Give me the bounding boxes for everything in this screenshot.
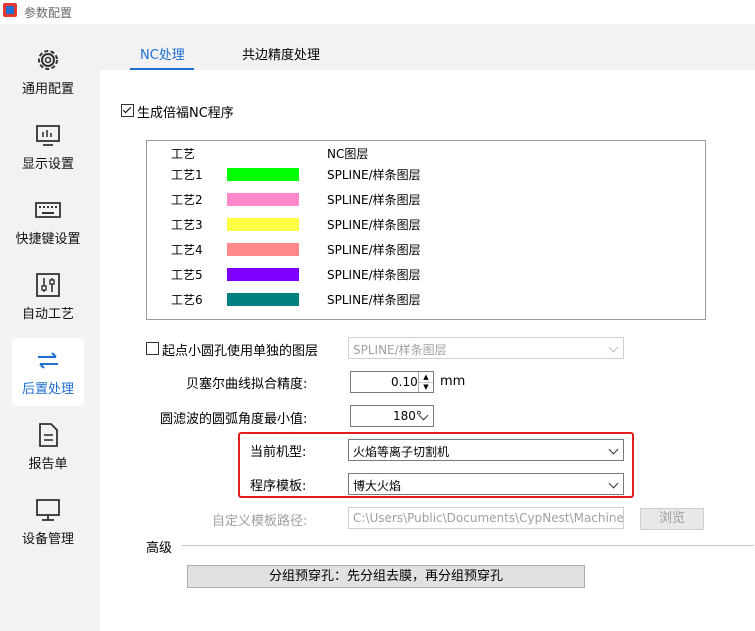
small-hole-layer-value: SPLINE/样条图层 [353, 343, 447, 357]
keyboard-icon [35, 202, 61, 218]
title-bar: 参数配置 [0, 0, 755, 24]
process-name: 工艺2 [171, 193, 203, 207]
process-layer: SPLINE/样条图层 [327, 168, 421, 182]
program-template-select[interactable]: 博大火焰 [348, 473, 624, 495]
active-tab-indicator [130, 68, 194, 70]
table-header: 工艺 NC图层 [147, 143, 705, 165]
bezier-precision-value: 0.10 [391, 375, 418, 389]
table-row[interactable]: 工艺4 SPLINE/样条图层 [147, 239, 705, 261]
process-name: 工艺5 [171, 268, 203, 282]
sidebar-item-label: 后置处理 [21, 382, 74, 397]
table-row[interactable]: 工艺6 SPLINE/样条图层 [147, 289, 705, 311]
table-row[interactable]: 工艺3 SPLINE/样条图层 [147, 214, 705, 236]
process-color-swatch [227, 268, 299, 281]
tab-nc-processing[interactable]: NC处理 [140, 44, 185, 63]
generate-nc-checkbox[interactable] [121, 104, 134, 117]
gear-icon [38, 50, 58, 70]
small-hole-layer-select[interactable]: SPLINE/样条图层 [348, 337, 624, 359]
sidebar-item-shortcuts[interactable]: 快捷键设置 [12, 188, 84, 256]
process-layer-table: 工艺 NC图层 工艺1 SPLINE/样条图层 工艺2 SPLINE/样条图层 … [146, 140, 706, 320]
sidebar-item-label: 设备管理 [21, 532, 74, 547]
monitor-chart-icon [36, 125, 60, 146]
window-title: 参数配置 [24, 6, 73, 20]
table-row[interactable]: 工艺1 SPLINE/样条图层 [147, 164, 705, 186]
process-name: 工艺3 [171, 218, 203, 232]
sidebar-item-label: 自动工艺 [21, 307, 74, 322]
sidebar-item-label: 快捷键设置 [15, 232, 81, 247]
advanced-group-divider [182, 545, 754, 546]
chevron-down-icon [608, 478, 619, 489]
sidebar-item-display[interactable]: 显示设置 [12, 113, 84, 181]
desktop-icon [36, 499, 60, 521]
process-name: 工艺4 [171, 243, 203, 257]
process-name: 工艺6 [171, 293, 203, 307]
column-header-nc-layer: NC图层 [327, 147, 369, 161]
process-layer: SPLINE/样条图层 [327, 193, 421, 207]
bezier-precision-label: 贝塞尔曲线拟合精度: [186, 377, 308, 392]
sidebar-item-label: 报告单 [28, 457, 68, 472]
bezier-precision-spinbox[interactable]: 0.10 ▲ ▼ [350, 371, 434, 393]
machine-type-value: 火焰等离子切割机 [353, 445, 450, 459]
process-layer: SPLINE/样条图层 [327, 243, 421, 257]
chevron-down-icon [608, 444, 619, 455]
arc-filter-select[interactable]: 180° [350, 405, 434, 427]
program-template-label: 程序模板: [250, 479, 307, 494]
swap-arrows-icon [38, 352, 58, 369]
custom-template-path-value: C:\Users\Public\Documents\CypNest\Machin… [353, 511, 624, 525]
chevron-down-icon [608, 342, 619, 353]
sidebar-item-label: 通用配置 [21, 82, 74, 97]
sidebar-item-label: 显示设置 [21, 157, 74, 172]
process-color-swatch [227, 168, 299, 181]
sidebar-item-post-process[interactable]: 后置处理 [12, 338, 84, 406]
small-hole-layer-checkbox[interactable] [146, 342, 159, 355]
sidebar-item-report[interactable]: 报告单 [12, 413, 84, 481]
custom-template-path-label: 自定义模板路径: [212, 514, 308, 529]
sidebar-item-devices[interactable]: 设备管理 [12, 488, 84, 556]
column-header-process: 工艺 [171, 147, 196, 161]
tab-bar [100, 24, 755, 70]
machine-type-label: 当前机型: [250, 445, 307, 460]
bezier-unit: mm [440, 374, 466, 389]
table-row[interactable]: 工艺2 SPLINE/样条图层 [147, 189, 705, 211]
sidebar: 通用配置 显示设置 快捷键设置 自动工艺 后置处理 报告单 设备管理 [0, 24, 100, 631]
process-color-swatch [227, 218, 299, 231]
process-name: 工艺1 [171, 168, 203, 182]
process-layer: SPLINE/样条图层 [327, 218, 421, 232]
small-hole-layer-label: 起点小圆孔使用单独的图层 [162, 344, 319, 359]
machine-type-select[interactable]: 火焰等离子切割机 [348, 439, 624, 461]
process-layer: SPLINE/样条图层 [327, 293, 421, 307]
sidebar-item-general[interactable]: 通用配置 [12, 38, 84, 106]
sliders-icon [36, 273, 60, 297]
process-color-swatch [227, 243, 299, 256]
spin-down-icon[interactable]: ▼ [418, 382, 433, 392]
tab-common-edge-precision[interactable]: 共边精度处理 [242, 44, 320, 63]
advanced-group-title: 高级 [146, 541, 173, 556]
custom-template-path-input[interactable]: C:\Users\Public\Documents\CypNest\Machin… [348, 507, 624, 529]
process-layer: SPLINE/样条图层 [327, 268, 421, 282]
table-row[interactable]: 工艺5 SPLINE/样条图层 [147, 264, 705, 286]
sidebar-item-auto-process[interactable]: 自动工艺 [12, 263, 84, 331]
app-logo-icon [3, 3, 17, 17]
group-prepierce-button[interactable]: 分组预穿孔：先分组去膜，再分组预穿孔 [187, 565, 585, 588]
browse-button[interactable]: 浏览 [640, 508, 704, 530]
process-color-swatch [227, 193, 299, 206]
generate-nc-label: 生成倍福NC程序 [137, 106, 234, 121]
arc-filter-label: 圆滤波的圆弧角度最小值: [160, 412, 308, 427]
process-color-swatch [227, 293, 299, 306]
document-icon [39, 423, 58, 447]
arc-filter-value: 180° [393, 409, 422, 423]
program-template-value: 博大火焰 [353, 479, 402, 493]
